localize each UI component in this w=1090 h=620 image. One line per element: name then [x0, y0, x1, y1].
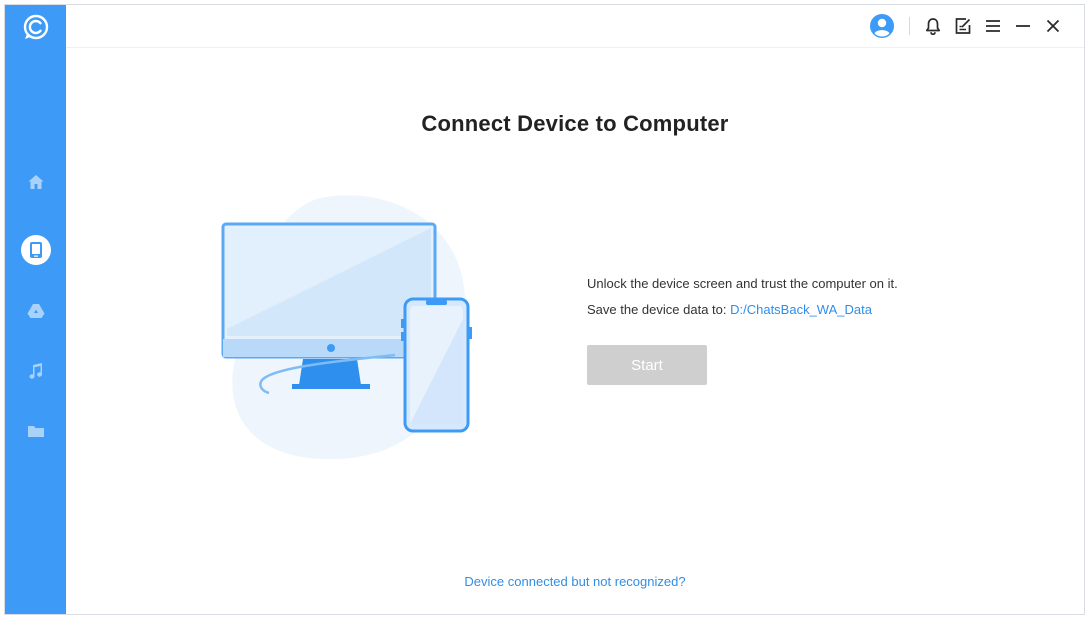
app-window: Connect Device to Computer Unlock the de…	[4, 4, 1085, 615]
save-path-label: Save the device data to:	[587, 302, 731, 317]
device-connection-illustration	[217, 189, 477, 469]
sidebar	[5, 5, 66, 614]
sidebar-item-music[interactable]	[5, 349, 66, 393]
music-note-icon	[28, 362, 44, 380]
close-icon[interactable]	[1041, 14, 1065, 38]
sidebar-item-device[interactable]	[5, 228, 66, 272]
active-indicator	[20, 235, 51, 265]
sidebar-item-home[interactable]	[5, 160, 66, 204]
feedback-edit-icon[interactable]	[951, 14, 975, 38]
start-button[interactable]: Start	[587, 345, 707, 385]
toolbar-divider	[909, 17, 910, 35]
google-drive-icon	[27, 303, 45, 319]
phone-icon	[29, 241, 43, 259]
app-logo-icon	[20, 11, 52, 43]
minimize-icon[interactable]	[1011, 14, 1035, 38]
sidebar-item-google-drive[interactable]	[5, 289, 66, 333]
folder-icon	[27, 423, 45, 439]
save-path-row: Save the device data to: D:/ChatsBack_WA…	[587, 297, 898, 323]
bell-icon[interactable]	[921, 14, 945, 38]
device-not-recognized-link[interactable]: Device connected but not recognized?	[66, 574, 1084, 589]
menu-icon[interactable]	[981, 14, 1005, 38]
page-title: Connect Device to Computer	[421, 111, 729, 136]
instructions-block: Unlock the device screen and trust the c…	[587, 271, 898, 323]
home-icon	[27, 173, 45, 191]
sidebar-item-files[interactable]	[5, 409, 66, 453]
title-bar	[66, 5, 1084, 48]
unlock-instruction: Unlock the device screen and trust the c…	[587, 276, 898, 291]
user-account-icon[interactable]	[868, 12, 896, 40]
save-path-link[interactable]: D:/ChatsBack_WA_Data	[730, 302, 872, 317]
